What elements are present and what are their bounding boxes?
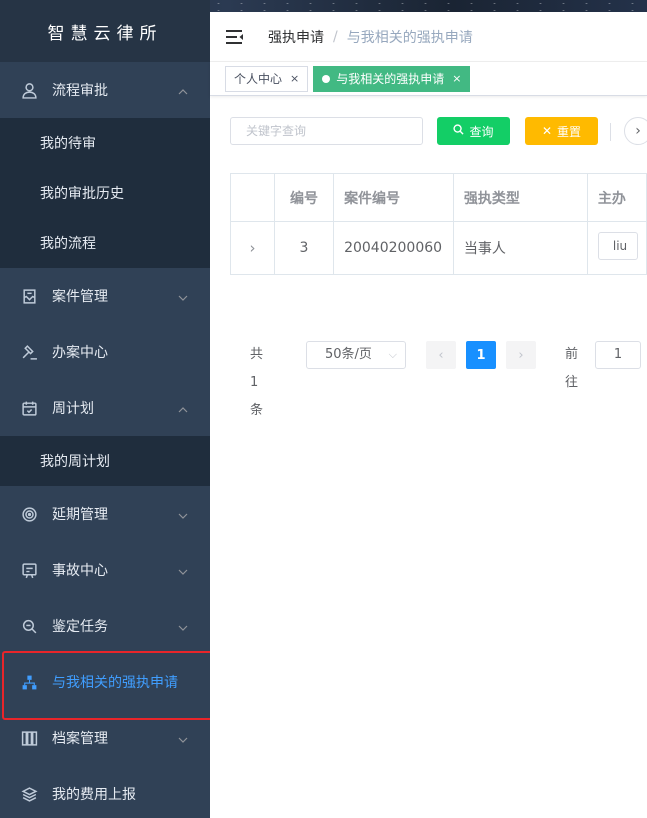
cell-host: liu xyxy=(586,221,647,275)
goto-page-input[interactable]: 1 xyxy=(595,341,641,369)
expand-column-header xyxy=(230,173,275,222)
chevron-down-icon xyxy=(178,621,188,631)
column-header: 案件编号 xyxy=(333,173,454,222)
calendar-icon xyxy=(20,399,38,417)
table-header-row: 编号 案件编号 强执类型 主办 xyxy=(230,173,647,222)
chevron-right-icon: › xyxy=(635,123,641,139)
search-button[interactable]: 查询 xyxy=(437,117,510,145)
host-select[interactable]: liu xyxy=(597,232,638,260)
search-button-label: 查询 xyxy=(469,124,494,139)
chevron-left-icon: ‹ xyxy=(438,347,444,363)
pagination-total: 共 1 条 xyxy=(250,347,264,418)
sidebar-item-label: 档案管理 xyxy=(52,731,108,747)
reset-button-label: 重置 xyxy=(557,124,582,139)
chevron-up-icon xyxy=(178,403,188,413)
page-number-button[interactable]: 1 xyxy=(466,341,496,369)
report-icon xyxy=(20,561,38,579)
inspect-icon xyxy=(20,617,38,635)
close-icon[interactable]: × xyxy=(452,72,461,85)
cell-type: 当事人 xyxy=(452,221,588,275)
sidebar-item-label: 流程审批 xyxy=(52,83,108,99)
sidebar-item-label: 周计划 xyxy=(52,401,94,417)
chevron-up-icon xyxy=(178,85,188,95)
case-icon xyxy=(20,287,38,305)
prev-page-button[interactable]: ‹ xyxy=(426,341,456,369)
filter-toolbar: 关键字查询 查询 ✕ 重置 › xyxy=(230,117,647,145)
sidebar: 智慧云律所 流程审批 我的待审 我的审批历史 我的流程 案件管理 办案中心 周计… xyxy=(0,0,210,818)
active-dot-icon xyxy=(322,74,331,83)
goto-label: 前往 xyxy=(565,347,579,390)
page-size-value: 50条/页 xyxy=(325,347,372,362)
sidebar-item-appraisal[interactable]: 鉴定任务 xyxy=(0,598,210,654)
sidebar-item-label: 事故中心 xyxy=(52,563,108,579)
sidebar-item-label: 我的费用上报 xyxy=(52,787,136,803)
chevron-down-icon xyxy=(178,565,188,575)
column-header: 强执类型 xyxy=(452,173,588,222)
archive-icon xyxy=(20,729,38,747)
reset-button[interactable]: ✕ 重置 xyxy=(525,117,598,145)
user-icon xyxy=(20,81,38,99)
sidebar-item-label: 与我相关的强执申请 xyxy=(52,675,178,691)
column-header: 编号 xyxy=(273,173,335,222)
breadcrumb-item[interactable]: 强执申请 xyxy=(268,27,324,47)
tree-icon xyxy=(20,673,38,691)
cell-id: 3 xyxy=(273,221,335,275)
sidebar-item-weekly[interactable]: 周计划 xyxy=(0,380,210,436)
tag-label: 与我相关的强执申请 xyxy=(336,72,445,86)
chevron-right-icon: › xyxy=(518,347,524,363)
row-expand-cell[interactable]: › xyxy=(230,221,275,275)
sidebar-item-cases[interactable]: 案件管理 xyxy=(0,268,210,324)
sidebar-item-label: 鉴定任务 xyxy=(52,619,108,635)
tag-personal-center[interactable]: 个人中心 × xyxy=(225,65,309,92)
sidebar-item-expenses[interactable]: 我的费用上报 xyxy=(0,766,210,818)
target-icon xyxy=(20,505,38,523)
chevron-down-icon: ⌵ xyxy=(388,348,397,361)
sidebar-item-accidents[interactable]: 事故中心 xyxy=(0,542,210,598)
search-icon xyxy=(453,124,465,138)
breadcrumb-current: 与我相关的强执申请 xyxy=(346,29,473,46)
chevron-down-icon xyxy=(178,733,188,743)
chevron-down-icon xyxy=(178,291,188,301)
sidebar-item-enforcement[interactable]: 与我相关的强执申请 xyxy=(0,654,210,710)
page-size-select[interactable]: 50条/页 ⌵ xyxy=(306,341,406,369)
sidebar-subitem-pending[interactable]: 我的待审 xyxy=(0,118,210,168)
sidebar-item-archives[interactable]: 档案管理 xyxy=(0,710,210,766)
sidebar-subitem-flow[interactable]: 我的流程 xyxy=(0,218,210,268)
close-icon: ✕ xyxy=(541,124,553,138)
column-header: 主办 xyxy=(586,173,647,222)
breadcrumb-separator: / xyxy=(333,28,338,45)
sidebar-item-handling[interactable]: 办案中心 xyxy=(0,324,210,380)
sidebar-item-label: 办案中心 xyxy=(52,345,108,361)
chevron-down-icon xyxy=(178,509,188,519)
main-content: 强执申请 / 与我相关的强执申请 个人中心 × 与我相关的强执申请 × 关键字查… xyxy=(210,12,647,818)
expand-button[interactable]: › xyxy=(624,117,647,145)
cell-case-no: 20040200060 xyxy=(333,221,454,275)
submenu-approval: 我的待审 我的审批历史 我的流程 xyxy=(0,118,210,268)
next-page-button[interactable]: › xyxy=(506,341,536,369)
search-input[interactable]: 关键字查询 xyxy=(230,117,423,145)
sidebar-item-extension[interactable]: 延期管理 xyxy=(0,486,210,542)
enforcement-table: 编号 案件编号 强执类型 主办 › 3 20040200060 当事人 liu xyxy=(230,173,647,275)
tag-label: 个人中心 xyxy=(234,72,283,86)
sidebar-subitem-my-weekly[interactable]: 我的周计划 xyxy=(0,436,210,486)
tags-view: 个人中心 × 与我相关的强执申请 × xyxy=(210,62,647,96)
gavel-icon xyxy=(20,343,38,361)
toolbar-divider xyxy=(610,123,611,141)
sidebar-item-approval[interactable]: 流程审批 xyxy=(0,62,210,118)
sidebar-item-label: 案件管理 xyxy=(52,289,108,305)
navbar: 强执申请 / 与我相关的强执申请 xyxy=(210,12,647,62)
sidebar-subitem-history[interactable]: 我的审批历史 xyxy=(0,168,210,218)
tag-enforcement[interactable]: 与我相关的强执申请 × xyxy=(313,65,471,92)
chevron-right-icon[interactable]: › xyxy=(249,239,255,257)
close-icon[interactable]: × xyxy=(290,72,299,85)
layers-icon xyxy=(20,785,38,803)
submenu-weekly: 我的周计划 xyxy=(0,436,210,486)
app-title: 智慧云律所 xyxy=(0,0,210,62)
table-row: › 3 20040200060 当事人 liu xyxy=(230,221,647,275)
sidebar-item-label: 延期管理 xyxy=(52,507,108,523)
hamburger-icon[interactable] xyxy=(226,29,244,45)
